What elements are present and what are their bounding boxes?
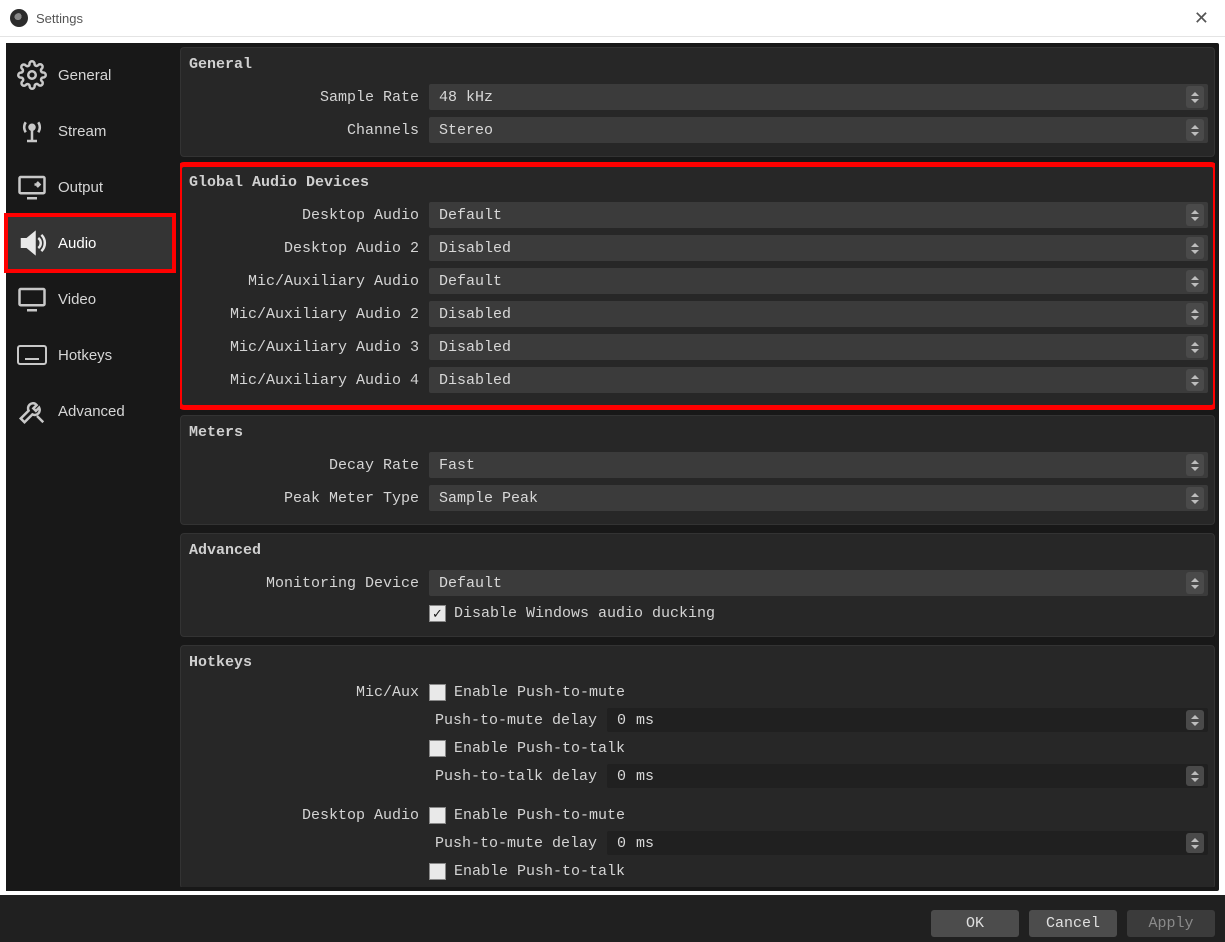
mic-aux-label: Mic/Auxiliary Audio xyxy=(187,273,429,290)
stepper-icon[interactable] xyxy=(1186,119,1204,141)
group-title: Global Audio Devices xyxy=(187,170,1208,197)
desktop-pushtalk-checkbox[interactable] xyxy=(429,863,446,880)
apply-button[interactable]: Apply xyxy=(1127,910,1215,937)
content: General Sample Rate 48 kHz Channels Ster… xyxy=(174,43,1219,891)
decay-select[interactable]: Fast xyxy=(429,452,1208,478)
app-icon xyxy=(10,9,28,27)
cancel-button[interactable]: Cancel xyxy=(1029,910,1117,937)
push-mute-label: Enable Push-to-mute xyxy=(454,807,625,824)
stepper-icon[interactable] xyxy=(1186,204,1204,226)
speaker-icon xyxy=(14,225,50,261)
group-title: General xyxy=(187,52,1208,79)
micaux-mute-delay-input[interactable]: 0 ms xyxy=(607,708,1208,732)
titlebar: Settings ✕ xyxy=(0,0,1225,37)
push-talk-label: Enable Push-to-talk xyxy=(454,863,625,880)
sidebar-item-label: Advanced xyxy=(58,403,125,420)
sidebar-item-label: Audio xyxy=(58,235,96,252)
stepper-icon[interactable] xyxy=(1186,572,1204,594)
mic-aux3-select[interactable]: Disabled xyxy=(429,334,1208,360)
sidebar-item-label: General xyxy=(58,67,111,84)
desktop-audio2-select[interactable]: Disabled xyxy=(429,235,1208,261)
monitor-icon xyxy=(14,281,50,317)
push-mute-delay-label: Push-to-mute delay xyxy=(435,712,597,729)
group-title: Meters xyxy=(187,420,1208,447)
sidebar-item-advanced[interactable]: Advanced xyxy=(6,383,174,439)
sidebar: General Stream Output Audio Video xyxy=(6,43,174,891)
sidebar-item-label: Hotkeys xyxy=(58,347,112,364)
micaux-label: Mic/Aux xyxy=(187,684,429,701)
stepper-icon[interactable] xyxy=(1186,270,1204,292)
stepper-icon[interactable] xyxy=(1186,369,1204,391)
stepper-icon[interactable] xyxy=(1186,336,1204,358)
decay-label: Decay Rate xyxy=(187,457,429,474)
mic-aux3-label: Mic/Auxiliary Audio 3 xyxy=(187,339,429,356)
stepper-icon[interactable] xyxy=(1186,237,1204,259)
keyboard-icon xyxy=(14,337,50,373)
micaux-pushmute-checkbox[interactable] xyxy=(429,684,446,701)
window-title: Settings xyxy=(36,11,83,26)
sidebar-item-label: Stream xyxy=(58,123,106,140)
output-icon xyxy=(14,169,50,205)
desktop-label: Desktop Audio xyxy=(187,807,429,824)
stepper-icon[interactable] xyxy=(1186,833,1204,853)
sidebar-item-output[interactable]: Output xyxy=(6,159,174,215)
bottom-bar: OK Cancel Apply xyxy=(0,895,1225,942)
push-mute-label: Enable Push-to-mute xyxy=(454,684,625,701)
ducking-checkbox[interactable]: ✓ xyxy=(429,605,446,622)
group-meters: Meters Decay Rate Fast Peak Meter Type S… xyxy=(180,415,1215,525)
close-icon[interactable]: ✕ xyxy=(1188,8,1215,29)
stepper-icon[interactable] xyxy=(1186,710,1204,730)
mic-aux4-select[interactable]: Disabled xyxy=(429,367,1208,393)
sidebar-item-video[interactable]: Video xyxy=(6,271,174,327)
monitoring-select[interactable]: Default xyxy=(429,570,1208,596)
sample-rate-select[interactable]: 48 kHz xyxy=(429,84,1208,110)
sample-rate-label: Sample Rate xyxy=(187,89,429,106)
desktop-mute-delay-input[interactable]: 0 ms xyxy=(607,831,1208,855)
mic-aux2-select[interactable]: Disabled xyxy=(429,301,1208,327)
stepper-icon[interactable] xyxy=(1186,766,1204,786)
sidebar-item-audio[interactable]: Audio xyxy=(6,215,174,271)
desktop-audio-select[interactable]: Default xyxy=(429,202,1208,228)
group-general: General Sample Rate 48 kHz Channels Ster… xyxy=(180,47,1215,157)
sidebar-item-label: Video xyxy=(58,291,96,308)
group-advanced: Advanced Monitoring Device Default ✓ Dis… xyxy=(180,533,1215,637)
desktop-audio2-label: Desktop Audio 2 xyxy=(187,240,429,257)
channels-select[interactable]: Stereo xyxy=(429,117,1208,143)
peak-select[interactable]: Sample Peak xyxy=(429,485,1208,511)
sidebar-item-hotkeys[interactable]: Hotkeys xyxy=(6,327,174,383)
workspace: General Stream Output Audio Video xyxy=(6,43,1219,891)
mic-aux4-label: Mic/Auxiliary Audio 4 xyxy=(187,372,429,389)
monitoring-label: Monitoring Device xyxy=(187,575,429,592)
broadcast-icon xyxy=(14,113,50,149)
sidebar-item-stream[interactable]: Stream xyxy=(6,103,174,159)
mic-aux2-label: Mic/Auxiliary Audio 2 xyxy=(187,306,429,323)
stepper-icon[interactable] xyxy=(1186,86,1204,108)
push-mute-delay-label: Push-to-mute delay xyxy=(435,835,597,852)
push-talk-delay-label: Push-to-talk delay xyxy=(435,768,597,785)
desktop-pushmute-checkbox[interactable] xyxy=(429,807,446,824)
micaux-pushtalk-checkbox[interactable] xyxy=(429,740,446,757)
sidebar-item-general[interactable]: General xyxy=(6,47,174,103)
channels-label: Channels xyxy=(187,122,429,139)
gear-icon xyxy=(14,57,50,93)
peak-label: Peak Meter Type xyxy=(187,490,429,507)
sidebar-item-label: Output xyxy=(58,179,103,196)
group-title: Hotkeys xyxy=(187,650,1208,677)
group-global-audio: Global Audio Devices Desktop Audio Defau… xyxy=(180,165,1215,407)
ducking-label: Disable Windows audio ducking xyxy=(454,605,715,622)
push-talk-label: Enable Push-to-talk xyxy=(454,740,625,757)
group-title: Advanced xyxy=(187,538,1208,565)
group-hotkeys: Hotkeys Mic/Aux Enable Push-to-mute Push… xyxy=(180,645,1215,887)
stepper-icon[interactable] xyxy=(1186,454,1204,476)
desktop-audio-label: Desktop Audio xyxy=(187,207,429,224)
mic-aux-select[interactable]: Default xyxy=(429,268,1208,294)
stepper-icon[interactable] xyxy=(1186,487,1204,509)
micaux-talk-delay-input[interactable]: 0 ms xyxy=(607,764,1208,788)
stepper-icon[interactable] xyxy=(1186,303,1204,325)
ok-button[interactable]: OK xyxy=(931,910,1019,937)
tools-icon xyxy=(14,393,50,429)
